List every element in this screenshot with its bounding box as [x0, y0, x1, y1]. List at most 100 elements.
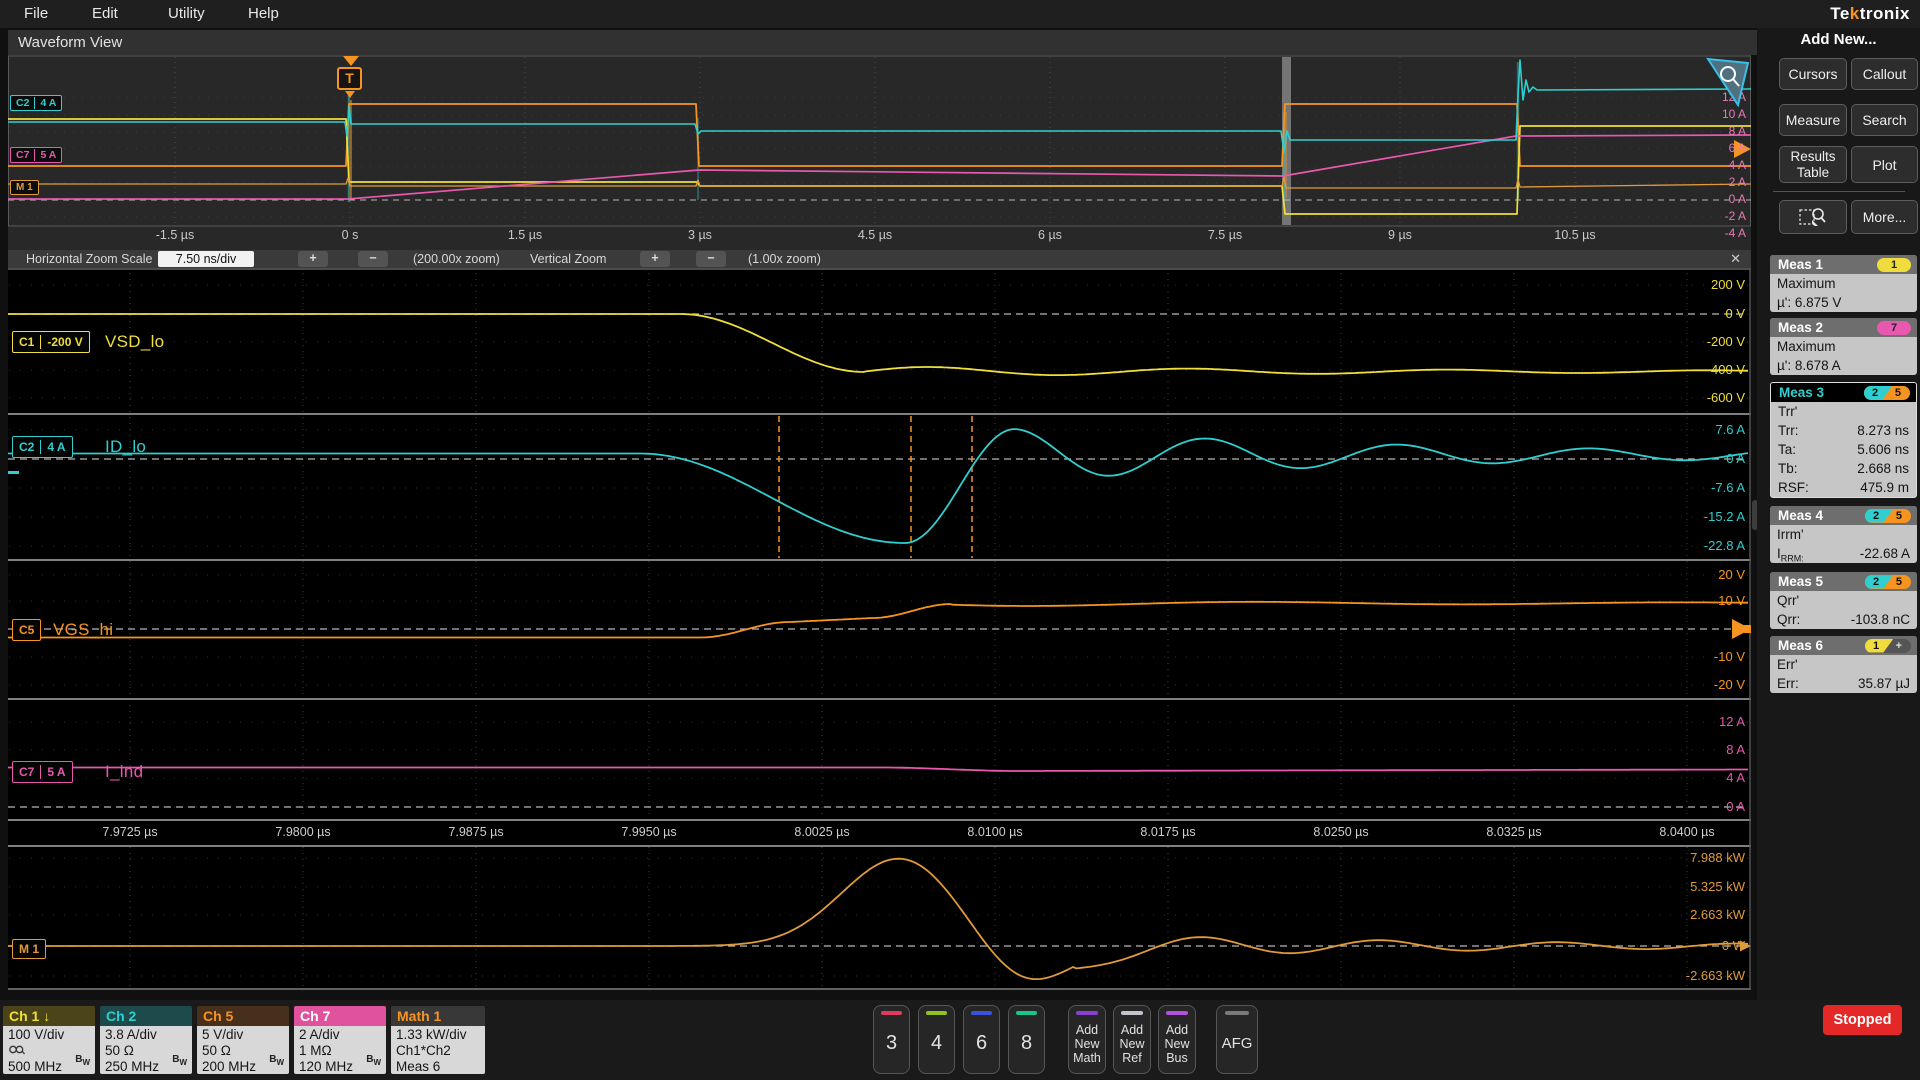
ch1-down-arrow-icon: ↓	[43, 1008, 50, 1024]
c2-trace-name: ID_lo	[105, 437, 146, 457]
c1-badge-offset: -200 V	[40, 335, 88, 349]
ch2-card[interactable]: Ch 2 3.8 A/div50 Ω250 MHz BW	[100, 1006, 192, 1074]
callout-button[interactable]: Callout	[1851, 58, 1918, 90]
h-zoom-scale-input[interactable]: 7.50 ns/div	[158, 251, 254, 267]
main-time-label: 7.9725 µs	[102, 825, 157, 839]
probe-icon	[8, 1044, 26, 1055]
meas6-title: Meas 6 1+	[1770, 636, 1917, 655]
overview-waveforms[interactable]	[8, 55, 1751, 250]
zoom-flag-icon[interactable]	[1706, 57, 1750, 107]
m1-badge-label: M 1	[13, 942, 45, 956]
m1-scale-label: 5.325 kW	[1690, 879, 1745, 894]
plot-button[interactable]: Plot	[1851, 146, 1918, 183]
h-zoom-minus-button[interactable]: −	[358, 251, 388, 267]
overview-time-label: 4.5 µs	[858, 228, 892, 242]
math1-card[interactable]: Math 1 1.33 kW/divCh1*Ch2Meas 6	[391, 1006, 485, 1074]
overview-time-label: 1.5 µs	[508, 228, 542, 242]
menu-file[interactable]: File	[24, 5, 48, 22]
math1-card-header: Math 1	[391, 1006, 485, 1026]
c5-channel-badge[interactable]: C5	[12, 619, 41, 641]
c1-badge-label: C1	[13, 335, 40, 349]
meas1-card[interactable]: Meas 1 1 Maximum µ': 6.875 V	[1770, 255, 1917, 312]
channel-4-button[interactable]: 4	[918, 1005, 955, 1074]
meas4-title: Meas 4 25	[1770, 506, 1917, 525]
menu-utility[interactable]: Utility	[168, 5, 205, 22]
c2-position-marker[interactable]	[8, 471, 19, 474]
h-zoom-plus-button[interactable]: +	[298, 251, 328, 267]
add-new-ref-button[interactable]: Add New Ref	[1113, 1005, 1151, 1074]
overview-time-label: 10.5 µs	[1554, 228, 1595, 242]
trigger-marker[interactable]: T	[337, 67, 362, 90]
overview-m1-label: M 1	[11, 182, 38, 193]
overview-time-label: -1.5 µs	[156, 228, 194, 242]
math1-card-body: 1.33 kW/divCh1*Ch2Meas 6	[391, 1026, 485, 1074]
m1-scale-label: -2.663 kW	[1686, 968, 1745, 983]
ch1-card[interactable]: Ch 1 ↓ 100 V/div 500 MHz BW	[3, 1006, 95, 1074]
meas-row: Ta:5.606 ns	[1771, 440, 1916, 459]
add-new-math-button[interactable]: Add New Math	[1068, 1005, 1106, 1074]
ch7-card-body: 2 A/div1 MΩ120 MHz BW	[294, 1026, 386, 1074]
overview-scale-label: 6 A	[1729, 141, 1746, 155]
channel-8-button[interactable]: 8	[1008, 1005, 1045, 1074]
meas2-card[interactable]: Meas 2 7 Maximum µ': 8.678 A	[1770, 318, 1917, 375]
main-time-label: 8.0100 µs	[967, 825, 1022, 839]
c1-trace-name: VSD_lo	[105, 332, 164, 352]
c1-channel-badge[interactable]: C1 -200 V	[12, 331, 90, 353]
overview-c7-label: C7	[11, 149, 34, 161]
meas-row: Irrm'	[1770, 525, 1917, 544]
meas4-card[interactable]: Meas 4 25 Irrm' IRRM:-22.68 A	[1770, 506, 1917, 563]
add-new-bus-button[interactable]: Add New Bus	[1158, 1005, 1196, 1074]
overview-time-label: 3 µs	[688, 228, 712, 242]
zoomed-waveform-view[interactable]: C1 -200 V VSD_lo 200 V 0 V -200 V -400 V…	[8, 268, 1751, 990]
overview-scale-label: 0 A	[1729, 192, 1746, 206]
v-zoom-plus-button[interactable]: +	[640, 251, 670, 267]
meas3-card[interactable]: Meas 3 25 Trr' Trr:8.273 ns Ta:5.606 ns …	[1770, 382, 1917, 498]
main-waveforms[interactable]	[8, 268, 1751, 990]
menu-help[interactable]: Help	[248, 5, 279, 22]
m1-channel-badge[interactable]: M 1	[12, 939, 46, 959]
zoom-scale-bar: Horizontal Zoom Scale 7.50 ns/div + − (2…	[8, 250, 1751, 268]
more-button[interactable]: More...	[1851, 200, 1918, 234]
meas-row: RSF:475.9 m	[1771, 478, 1916, 497]
meas5-card[interactable]: Meas 5 25 Qrr' Qrr:-103.8 nC	[1770, 572, 1917, 629]
meas-row: Maximum	[1770, 337, 1917, 356]
bottom-bar: Ch 1 ↓ 100 V/div 500 MHz BW Ch 2 3.8 A/d…	[0, 1000, 1920, 1080]
overview-c2-badge[interactable]: C2 4 A	[10, 95, 62, 111]
meas-row: Maximum	[1770, 274, 1917, 293]
ch2-card-body: 3.8 A/div50 Ω250 MHz BW	[100, 1026, 192, 1074]
ch7-card[interactable]: Ch 7 2 A/div1 MΩ120 MHz BW	[294, 1006, 386, 1074]
overview-c7-badge[interactable]: C7 5 A	[10, 147, 62, 163]
overview-time-label: 7.5 µs	[1208, 228, 1242, 242]
meas6-card[interactable]: Meas 6 1+ Err' Err:35.87 µJ	[1770, 636, 1917, 693]
right-panel: Add New... Cursors Callout Measure Searc…	[1757, 28, 1920, 1000]
afg-button[interactable]: AFG	[1216, 1005, 1258, 1074]
meas2-source-badge: 7	[1877, 321, 1911, 335]
stopped-status-button[interactable]: Stopped	[1823, 1005, 1902, 1035]
overview-m1-badge[interactable]: M 1	[10, 180, 39, 195]
zoom-select-button[interactable]	[1779, 200, 1847, 234]
meas-row: Qrr:-103.8 nC	[1770, 610, 1917, 629]
c1-scale-label: -200 V	[1707, 334, 1745, 349]
channel-6-button[interactable]: 6	[963, 1005, 1000, 1074]
search-button[interactable]: Search	[1851, 104, 1918, 136]
waveform-overview[interactable]: C2 4 A C7 5 A M 1 12 A 10 A 8 A 6 A 4 A …	[8, 55, 1751, 250]
overview-scale-label: 8 A	[1729, 124, 1746, 138]
meas5-source-badge: 25	[1865, 575, 1911, 589]
menu-edit[interactable]: Edit	[92, 5, 118, 22]
zoom-close-icon[interactable]: ✕	[1730, 251, 1741, 267]
m1-scale-label: 0 W	[1722, 938, 1745, 953]
results-table-button[interactable]: Results Table	[1779, 146, 1847, 183]
trigger-position-arrow-icon[interactable]	[343, 56, 359, 66]
c2-channel-badge[interactable]: C2 4 A	[12, 436, 73, 458]
measure-button[interactable]: Measure	[1779, 104, 1847, 136]
h-zoom-scale-label: Horizontal Zoom Scale	[26, 251, 152, 267]
ch5-card[interactable]: Ch 5 5 V/div50 Ω200 MHz BW	[197, 1006, 289, 1074]
ch5-card-header: Ch 5	[197, 1006, 289, 1026]
channel-3-button[interactable]: 3	[873, 1005, 910, 1074]
v-zoom-minus-button[interactable]: −	[696, 251, 726, 267]
cursors-button[interactable]: Cursors	[1779, 58, 1847, 90]
c2-badge-label: C2	[13, 440, 40, 454]
meas-row: Err:35.87 µJ	[1770, 674, 1917, 693]
c5-scale-label: -20 V	[1714, 677, 1745, 692]
c7-channel-badge[interactable]: C7 5 A	[12, 761, 73, 783]
